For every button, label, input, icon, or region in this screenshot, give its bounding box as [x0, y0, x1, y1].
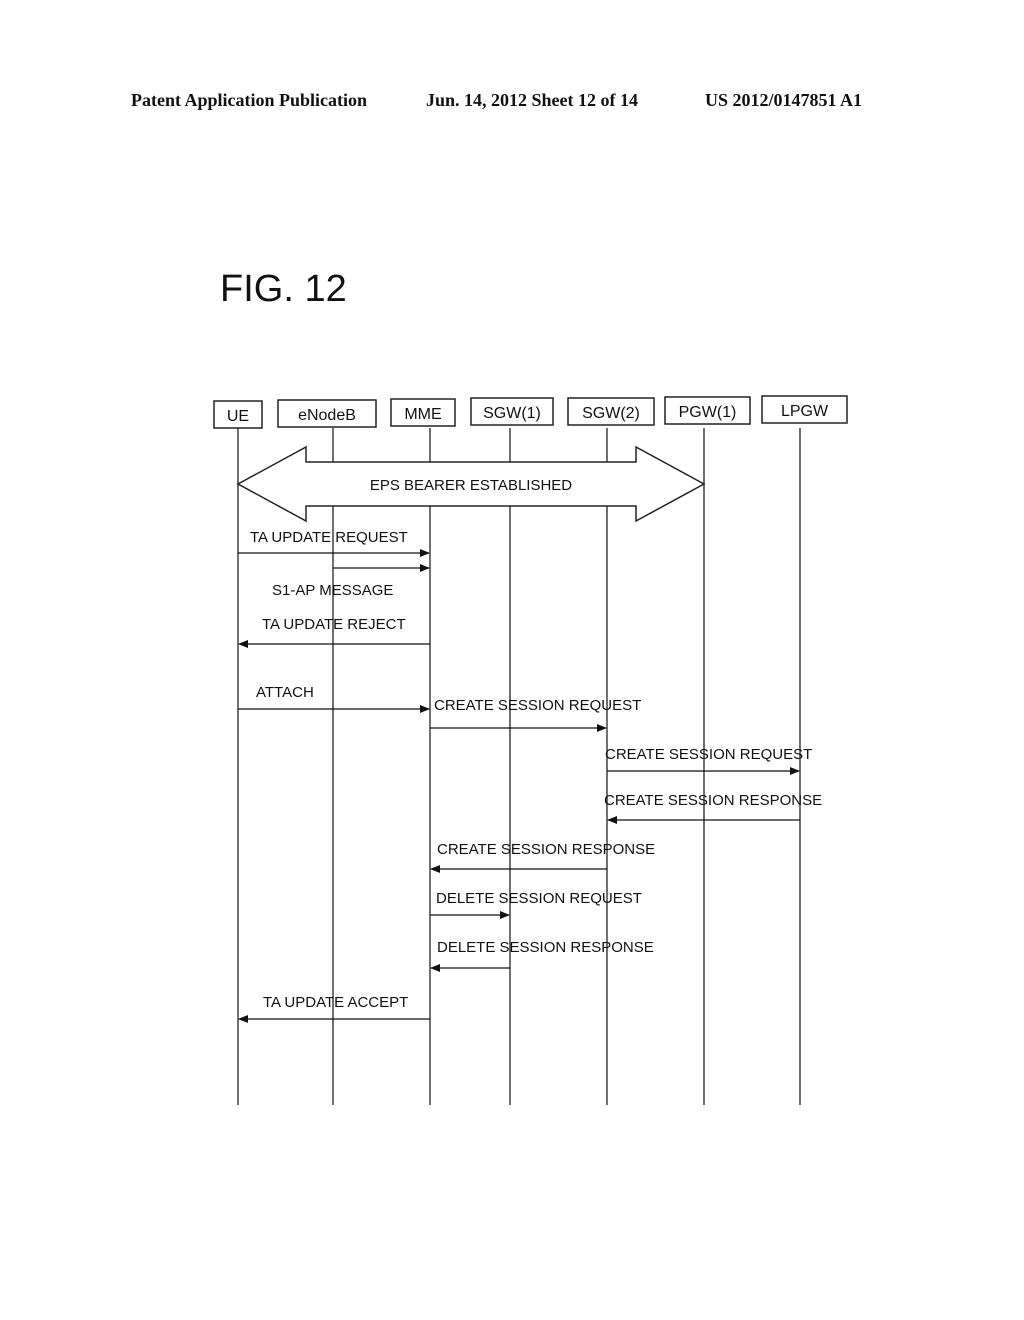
entity-label-lpgw: LPGW [781, 403, 829, 420]
message-label-create-session-response: CREATE SESSION RESPONSE [604, 792, 822, 809]
message-label-create-session-response: CREATE SESSION RESPONSE [437, 841, 655, 858]
message-label-ta-update-request: TA UPDATE REQUEST [250, 529, 408, 546]
entity-label-sgw-1: SGW(1) [483, 405, 541, 422]
entity-label-ue: UE [227, 408, 249, 425]
entity-label-mme: MME [404, 406, 441, 423]
entity-label-sgw-2: SGW(2) [582, 405, 640, 422]
entity-label-pgw-1: PGW(1) [679, 404, 737, 421]
message-label-attach: ATTACH [256, 684, 314, 701]
message-label-ta-update-accept: TA UPDATE ACCEPT [263, 994, 408, 1011]
message-label-ta-update-reject: TA UPDATE REJECT [262, 616, 406, 633]
sequence-diagram: EPS BEARER ESTABLISHED UE eNodeB MME SGW(1)… [213, 395, 848, 1105]
message-label-delete-session-response: DELETE SESSION RESPONSE [437, 939, 654, 956]
message-label-create-session-request: CREATE SESSION REQUEST [434, 697, 641, 714]
entity-label-enodeb: eNodeB [298, 407, 356, 424]
eps-bearer-label: EPS BEARER ESTABLISHED [370, 477, 572, 494]
message-label-s1-ap-message: S1-AP MESSAGE [272, 582, 393, 599]
message-label-create-session-request: CREATE SESSION REQUEST [605, 746, 812, 763]
message-label-delete-session-request: DELETE SESSION REQUEST [436, 890, 642, 907]
